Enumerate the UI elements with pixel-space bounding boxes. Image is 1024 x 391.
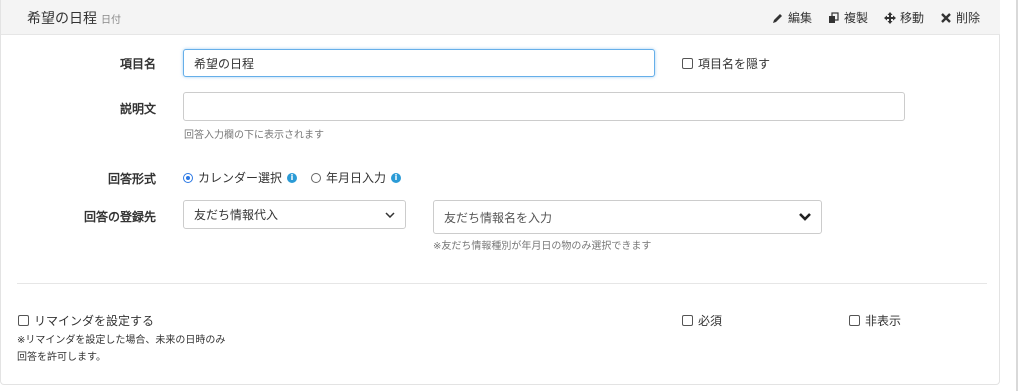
item-title: 希望の日程 日付 [27,8,121,28]
delete-icon [941,12,951,23]
delete-label: 削除 [955,11,980,25]
chevron-down-icon [385,211,395,218]
move-icon [883,11,896,24]
info-icon[interactable]: i [391,172,402,183]
checkbox-box[interactable] [18,315,29,326]
copy-label: 複製 [843,11,868,25]
checkbox-box[interactable] [682,315,693,326]
item-name-label: 項目名 [120,57,157,71]
reminder-checkbox[interactable]: リマインダを設定する [18,312,154,329]
scrollbar[interactable] [1016,0,1018,391]
info-icon[interactable]: i [287,172,298,183]
destination-field-placeholder: 友だち情報名を入力 [444,210,553,225]
hide-name-checkbox[interactable]: 項目名を隠す [682,55,770,72]
hidden-checkbox[interactable]: 非表示 [849,312,901,329]
divider [17,283,987,284]
move-label: 移動 [899,11,924,25]
checkbox-box[interactable] [849,315,860,326]
checkbox-box[interactable] [682,58,693,69]
reminder-label: リマインダを設定する [34,314,155,328]
radio-date-input-dot[interactable] [311,172,322,183]
destination-label: 回答の登録先 [84,210,157,224]
card-header: 希望の日程 日付 編集 複製 移動 削除 [1,0,1000,35]
item-name-input[interactable] [183,49,655,77]
description-input[interactable] [183,92,905,121]
description-hint: 回答入力欄の下に表示されます [184,130,324,141]
radio-calendar-dot[interactable] [183,172,193,183]
destination-hint: ※友だち情報種別が年月日の物のみ選択できます [433,241,652,252]
description-label: 説明文 [120,102,157,116]
answer-format-label: 回答形式 [108,172,157,186]
radio-date-input-label: 年月日入力 [326,171,387,185]
destination-select-value: 友だち情報代入 [194,208,279,222]
required-checkbox[interactable]: 必須 [682,312,722,329]
item-title-text: 希望の日程 [27,11,97,27]
delete-button[interactable]: 削除 [940,9,980,26]
chevron-down-icon [799,213,811,221]
hide-name-label: 項目名を隠す [698,57,771,71]
reminder-note-1: ※リマインダを設定した場合、未来の日時のみ [17,335,226,346]
required-label: 必須 [698,314,723,328]
item-type-label: 日付 [101,15,121,26]
radio-date-input[interactable]: 年月日入力 i [311,169,402,186]
hidden-label: 非表示 [865,314,902,328]
move-button[interactable]: 移動 [883,9,924,26]
copy-button[interactable]: 複製 [828,9,868,26]
pencil-icon [772,13,782,23]
edit-label: 編集 [787,11,812,25]
edit-button[interactable]: 編集 [772,9,812,26]
reminder-note-2: 回答を許可します。 [17,352,106,363]
header-actions: 編集 複製 移動 削除 [772,9,980,26]
radio-calendar-label: カレンダー選択 [198,171,283,185]
destination-field-select[interactable]: 友だち情報名を入力 [433,200,822,234]
answer-format-group: カレンダー選択 i 年月日入力 i [183,169,402,186]
copy-icon [828,11,839,23]
radio-calendar[interactable]: カレンダー選択 i [183,169,298,186]
form-item-card: 希望の日程日付 編集 複製 移動 削除 項目名 項目名を隠す [0,0,1000,385]
destination-select[interactable]: 友だち情報代入 [183,200,406,229]
